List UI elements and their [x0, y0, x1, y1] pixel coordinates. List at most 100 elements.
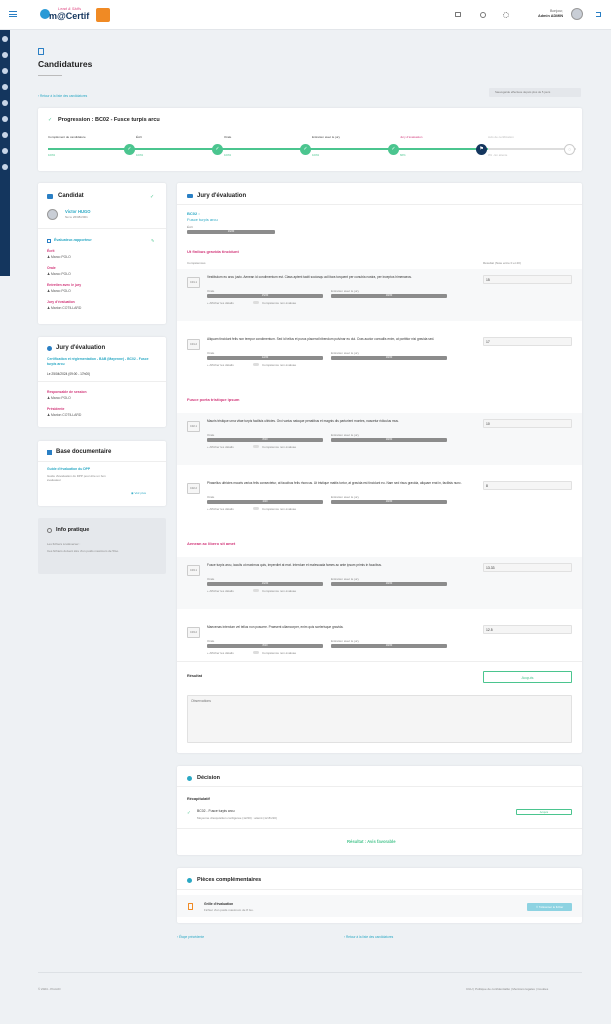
check-icon: ✓ [187, 810, 191, 815]
step-line [312, 148, 400, 150]
pieces-row: Grille d'évaluation Fichier d'un poids m… [177, 895, 582, 917]
orale-label: Orale [207, 577, 215, 581]
competence-row: C02.2 Phasellus ultricies mauris varius f… [177, 475, 582, 527]
base-doc-title: Base documentaire [56, 449, 112, 455]
step-percent: 0% - En attente [488, 153, 508, 157]
competence-toggle[interactable] [253, 301, 259, 304]
details-link[interactable]: + Afficher les détails [207, 445, 234, 449]
competence-toggle[interactable] [253, 651, 259, 654]
step-done-icon[interactable]: ✓ [124, 143, 135, 155]
save-hint-label: Sauvegarde effectuée depuis plus de 5 jo… [495, 90, 551, 94]
footer-divider [38, 972, 582, 973]
user-icon[interactable] [2, 68, 8, 74]
competence-text: Aliquam tincidunt felis non tempor condi… [207, 337, 435, 341]
decision-card: Décision Récapitulatif ✓ BC02 - Fusce tu… [177, 766, 582, 855]
candidat-divider [38, 228, 166, 229]
doc-desc: Guide d'évaluation du DPP pour être un b… [47, 474, 106, 483]
orale-label: Orale [207, 433, 215, 437]
decision-badge-label: Acquis [539, 810, 549, 814]
result-input[interactable]: 10 [483, 419, 572, 428]
check-icon: ✓ [48, 117, 53, 123]
result-input[interactable]: 13.33 [483, 563, 572, 572]
jury-side-title: Jury d'évaluation [56, 345, 106, 351]
details-link[interactable]: + Afficher les détails [207, 507, 234, 511]
page-title: Candidatures [38, 59, 93, 69]
step-percent: 100% [48, 153, 56, 157]
competence-toggle[interactable] [253, 445, 259, 448]
more-link[interactable]: ◉ Voir plus [131, 491, 146, 495]
avatar[interactable] [571, 8, 583, 20]
observations-textarea[interactable] [187, 695, 572, 743]
competence-text: Phasellus ultricies mauris varius felis … [207, 481, 462, 485]
jury-side-link[interactable]: Certification et réglementation - BAB (M… [47, 357, 157, 366]
footer-copyright: © 2024 - Proti-ID [38, 987, 61, 991]
result-input[interactable]: 8 [483, 481, 572, 490]
prev-step-link[interactable]: ‹ Étape précédente [177, 935, 204, 939]
competence-toggle[interactable] [253, 363, 259, 366]
send-icon[interactable] [2, 100, 8, 106]
result-input[interactable]: 12.5 [483, 625, 572, 634]
folder-icon[interactable] [2, 52, 8, 58]
gear-icon[interactable] [2, 164, 8, 170]
step-done-icon[interactable]: ✓ [388, 143, 399, 155]
step-done-icon[interactable]: ✓ [212, 143, 223, 155]
competence-toggle[interactable] [253, 507, 259, 510]
orale-label: Orale [207, 495, 215, 499]
back-list-link[interactable]: ‹ Retour à la liste des candidatures [344, 935, 393, 939]
logout-icon[interactable] [596, 12, 601, 17]
upload-button[interactable]: ⇪ Téléverser le fichier [527, 903, 572, 911]
mail-icon[interactable] [455, 12, 461, 17]
details-link[interactable]: + Afficher les détails [207, 301, 234, 305]
step-todo-icon[interactable]: ○ [564, 143, 575, 155]
competence-code: C01.2 [187, 339, 200, 350]
details-link[interactable]: + Afficher les détails [207, 589, 234, 593]
resultat-button[interactable]: Acquis [483, 671, 572, 683]
competence-toggle[interactable] [253, 589, 259, 592]
menu-icon[interactable] [9, 11, 17, 17]
doc-title[interactable]: Guide d'évaluation du DPP [47, 467, 90, 471]
decision-title: Décision [197, 775, 220, 781]
entretien-label: Entretien avec le jury [331, 433, 360, 437]
bank-icon[interactable] [2, 132, 8, 138]
jury-card: Jury d'évaluation BC02 : Fusce turpis ar… [177, 183, 582, 753]
base-doc-divider [38, 461, 166, 462]
result-input[interactable]: 15 [483, 275, 572, 284]
resultat-value: Acquis [521, 675, 534, 680]
step-done-icon[interactable]: ✓ [300, 143, 311, 155]
result-input[interactable]: 17 [483, 337, 572, 346]
decision-item-title: BC02 - Fusce turpis arcu [197, 809, 235, 813]
details-label: Afficher les détails [209, 301, 234, 305]
candidat-name[interactable]: Victor HUGO [65, 209, 91, 214]
toggle-label: Compétence non évaluée [262, 651, 297, 655]
details-label: Afficher les détails [209, 589, 234, 593]
run-icon[interactable] [2, 84, 8, 90]
details-link[interactable]: + Afficher les détails [207, 651, 234, 655]
orale-label: Orale [207, 351, 215, 355]
logo[interactable]: Lead & Skills m@Certif [40, 6, 112, 24]
back-link[interactable]: ‹ Retour à la liste des candidatures [38, 94, 87, 98]
user-name[interactable]: Admin ADMIN [538, 14, 563, 18]
ecrit-score-bar: 16/20 [187, 230, 275, 234]
step-current-icon[interactable]: ⚑ [476, 143, 487, 155]
balance-icon[interactable] [2, 148, 8, 154]
competence-text: Mauris tristique urna vitae turpis facil… [207, 419, 399, 423]
competence-row: C01.1 Vestibulum eu arcu justo. Aenean id… [177, 269, 582, 321]
group-title: Fusce porta tristique ipsum [187, 397, 240, 402]
book-icon [47, 450, 52, 455]
candidat-section-person: ♟ Marco POLO [47, 255, 71, 259]
details-link[interactable]: + Afficher les détails [207, 363, 234, 367]
entretien-score-bar: 18/20 [331, 356, 447, 360]
help-icon[interactable] [480, 12, 486, 18]
users-icon[interactable] [2, 116, 8, 122]
edit-icon[interactable]: ✎ [151, 238, 154, 243]
step-line [224, 148, 312, 150]
back-list-label: Retour à la liste des candidatures [345, 935, 394, 939]
toggle-label: Compétence non évaluée [262, 301, 297, 305]
step-line [48, 148, 136, 150]
step-label: Avis de certification [488, 135, 514, 139]
settings-icon[interactable] [503, 12, 509, 18]
upload-label: Téléverser le fichier [538, 905, 564, 909]
footer-links[interactable]: CGU | Politique de confidentialité | Men… [466, 987, 548, 991]
graduation-icon[interactable] [2, 36, 8, 42]
competence-text: Vestibulum eu arcu justo. Aenean id cond… [207, 275, 412, 279]
